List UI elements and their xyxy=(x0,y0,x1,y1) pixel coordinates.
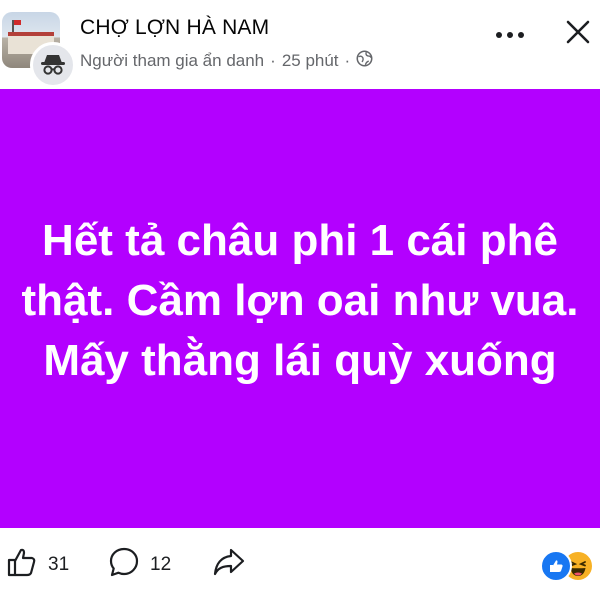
more-options-button[interactable] xyxy=(490,20,530,50)
comment-button[interactable]: 12 xyxy=(108,546,171,584)
post-text-background: Hết tả châu phi 1 cái phê thật. Cầm lợn … xyxy=(0,89,600,528)
post-time[interactable]: 25 phút xyxy=(282,51,339,71)
post-meta: Người tham gia ẩn danh · 25 phút · xyxy=(80,50,373,72)
comment-count: 12 xyxy=(150,554,172,575)
close-icon xyxy=(565,19,591,50)
author-name[interactable]: Người tham gia ẩn danh xyxy=(80,51,264,71)
separator: · xyxy=(270,51,276,70)
like-reaction-icon xyxy=(540,550,572,582)
comment-bubble-icon xyxy=(108,546,140,584)
separator: · xyxy=(344,51,351,70)
post-text: Hết tả châu phi 1 cái phê thật. Cầm lợn … xyxy=(21,215,579,385)
share-button[interactable] xyxy=(212,546,246,584)
anonymous-avatar-icon[interactable] xyxy=(30,42,76,88)
thumbs-up-icon xyxy=(6,546,38,584)
reactions-summary[interactable] xyxy=(540,550,596,582)
like-count: 31 xyxy=(48,554,70,575)
more-dots-icon xyxy=(495,26,525,44)
post-actions-bar: 31 12 xyxy=(0,540,600,590)
avatar-group[interactable] xyxy=(2,12,76,88)
close-button[interactable] xyxy=(558,14,598,54)
like-button[interactable]: 31 xyxy=(6,546,69,584)
group-name[interactable]: CHỢ LỢN HÀ NAM xyxy=(80,16,269,40)
globe-icon xyxy=(356,50,373,72)
post-header: CHỢ LỢN HÀ NAM Người tham gia ẩn danh · … xyxy=(0,0,600,88)
share-arrow-icon xyxy=(212,546,246,584)
